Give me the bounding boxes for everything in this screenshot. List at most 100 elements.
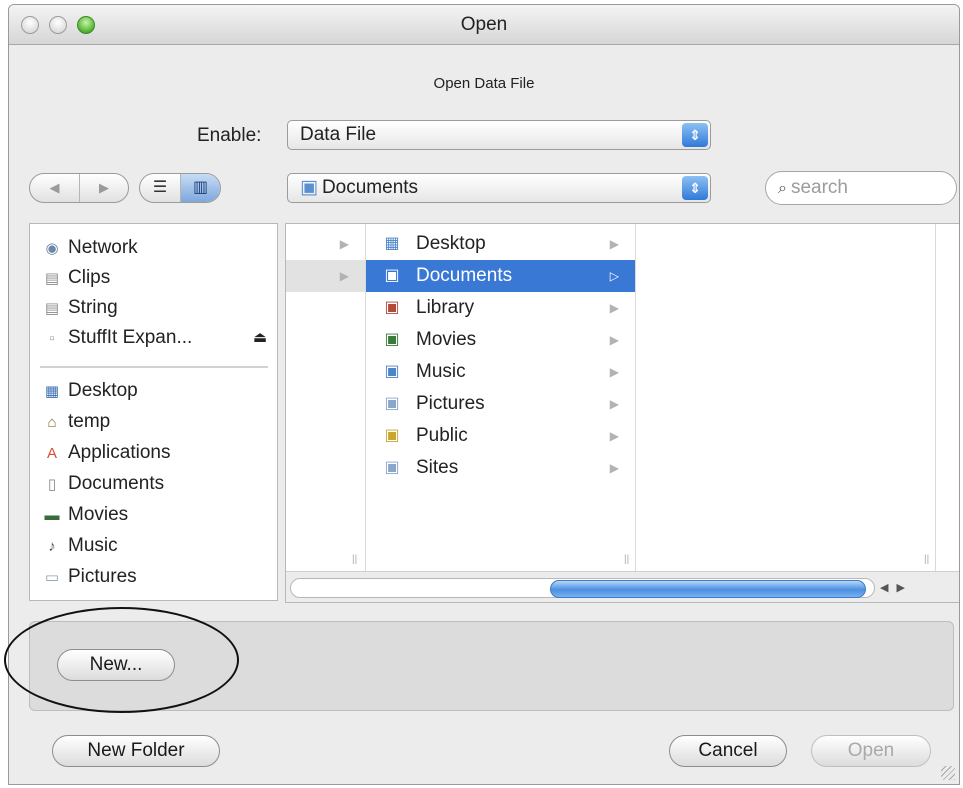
highlight-annotation-circle: [4, 607, 239, 713]
folder-row-music[interactable]: ▣ Music ▶: [366, 356, 635, 388]
sidebar-item-desktop[interactable]: ▦ Desktop: [42, 377, 138, 405]
folder-row-movies[interactable]: ▣ Movies ▶: [366, 324, 635, 356]
sidebar-item-label: Movies: [68, 504, 129, 525]
documents-icon: ▯: [47, 476, 57, 493]
list-item[interactable]: ▶: [286, 260, 365, 292]
disclosure-arrow-icon: ▶: [609, 397, 619, 411]
sidebar-item-label: Applications: [68, 442, 171, 463]
folder-row-library[interactable]: ▣ Library ▶: [366, 292, 635, 324]
sidebar-item-clips[interactable]: ▤ Clips: [42, 264, 110, 292]
folder-name: Music: [416, 361, 466, 382]
sidebar-item-network[interactable]: ◉ Network: [42, 234, 138, 262]
disclosure-arrow-icon: ▶: [609, 333, 619, 347]
movies-folder-icon: ▣: [384, 331, 400, 348]
sidebar-item-movies[interactable]: ▬ Movies: [42, 501, 129, 529]
enable-popup[interactable]: Data File ⇕: [287, 120, 711, 150]
sidebar-item-music[interactable]: ♪ Music: [42, 532, 118, 560]
network-icon: ◉: [45, 240, 59, 257]
disclosure-arrow-icon: ▶: [609, 429, 619, 443]
forward-button[interactable]: ▶: [79, 174, 128, 202]
column-resize-handle[interactable]: ||: [924, 554, 929, 565]
sidebar-item-label: Network: [68, 237, 138, 258]
documents-folder-icon: ▣: [384, 267, 400, 284]
view-mode-control: ☰ ▥: [139, 173, 221, 203]
sidebar-item-documents[interactable]: ▯ Documents: [42, 470, 164, 498]
disk-icon: ▤: [44, 300, 60, 317]
sidebar-item-label: Music: [68, 535, 118, 556]
folder-name: Library: [416, 297, 475, 318]
location-popup-value: Documents: [321, 177, 419, 198]
sidebar-item-string[interactable]: ▤ String: [42, 294, 118, 322]
popup-stepper-icon: ⇕: [682, 123, 708, 147]
disclosure-arrow-icon: ▶: [609, 301, 619, 315]
pictures-icon: ▭: [44, 569, 60, 586]
sidebar-item-applications[interactable]: A Applications: [42, 439, 170, 467]
eject-icon[interactable]: ⏏: [253, 324, 267, 352]
sidebar-item-label: Clips: [68, 267, 111, 288]
dialog-message: Open Data File: [433, 75, 535, 92]
folder-name: Pictures: [416, 393, 485, 414]
folder-row-documents[interactable]: ▣ Documents ▷: [366, 260, 635, 292]
disclosure-arrow-icon: ▶: [609, 461, 619, 475]
music-icon: ♪: [48, 538, 56, 555]
disclosure-arrow-icon: ▶: [339, 269, 349, 283]
search-placeholder: search: [790, 177, 848, 198]
search-field[interactable]: ⌕ search: [765, 171, 957, 205]
folder-name: Public: [416, 425, 468, 446]
cancel-button[interactable]: Cancel: [669, 735, 787, 767]
browser-column-home: ▦ Desktop ▶ ▣ Documents ▷ ▣ Library ▶ ▣ Movies ▶…: [366, 224, 636, 571]
list-view-icon[interactable]: ☰: [140, 174, 180, 202]
column-resize-handle[interactable]: ||: [624, 554, 629, 565]
sidebar-divider: [40, 366, 268, 368]
open-button[interactable]: Open: [811, 735, 931, 767]
desktop-icon: ▦: [44, 383, 60, 400]
sidebar-item-label: StuffIt Expan...: [68, 327, 193, 348]
back-button[interactable]: ◀: [30, 174, 79, 202]
back-forward-control: ◀ ▶: [29, 173, 129, 203]
browser-column-documents: ||: [636, 224, 936, 571]
library-folder-icon: ▣: [384, 299, 400, 316]
sidebar-item-label: String: [68, 297, 118, 318]
folder-row-public[interactable]: ▣ Public ▶: [366, 420, 635, 452]
scroll-arrows[interactable]: ◀▶: [880, 578, 930, 598]
popup-stepper-icon: ⇕: [682, 176, 708, 200]
column-browser: ▶ ▶ || ▦ Desktop ▶ ▣ Documents ▷ ▣ Library ▶ ▣…: [285, 223, 959, 603]
folder-row-sites[interactable]: ▣ Sites ▶: [366, 452, 635, 484]
folder-name: Movies: [416, 329, 477, 350]
folder-name: Sites: [416, 457, 459, 478]
window-title: Open: [460, 14, 508, 35]
horizontal-scrollbar[interactable]: ◀▶: [286, 571, 959, 602]
sidebar-item-temp[interactable]: ⌂ temp: [42, 408, 110, 436]
location-popup[interactable]: ▣ Documents ⇕: [287, 173, 711, 203]
disclosure-arrow-icon: ▷: [609, 269, 619, 283]
column-view-icon[interactable]: ▥: [180, 174, 220, 202]
folder-name: Documents: [416, 265, 513, 286]
folder-row-pictures[interactable]: ▣ Pictures ▶: [366, 388, 635, 420]
sites-folder-icon: ▣: [384, 459, 400, 476]
movies-icon: ▬: [44, 507, 60, 524]
desktop-folder-icon: ▦: [384, 235, 400, 252]
disclosure-arrow-icon: ▶: [339, 237, 349, 251]
disclosure-arrow-icon: ▶: [609, 237, 619, 251]
folder-icon: ▣: [300, 177, 318, 198]
pictures-folder-icon: ▣: [384, 395, 400, 412]
sidebar-item-pictures[interactable]: ▭ Pictures: [42, 563, 137, 591]
new-folder-button[interactable]: New Folder: [52, 735, 220, 767]
sidebar-item-label: temp: [68, 411, 111, 432]
public-folder-icon: ▣: [384, 427, 400, 444]
sidebar: ◉ Network ▤ Clips ▤ String ▫ StuffIt Expan..…: [29, 223, 278, 601]
resize-grip[interactable]: [941, 766, 955, 780]
disclosure-arrow-icon: ▶: [609, 365, 619, 379]
sidebar-item-stuffit[interactable]: ▫ StuffIt Expan... ⏏: [42, 324, 267, 352]
browser-column-root: ▶ ▶ ||: [286, 224, 366, 571]
sidebar-item-label: Pictures: [68, 566, 137, 587]
enable-label: Enable:: [197, 125, 262, 146]
sidebar-item-label: Desktop: [68, 380, 138, 401]
music-folder-icon: ▣: [384, 363, 400, 380]
scrollbar-thumb[interactable]: [550, 580, 866, 598]
list-item[interactable]: ▶: [286, 228, 365, 260]
search-icon: ⌕: [778, 180, 787, 197]
folder-row-desktop[interactable]: ▦ Desktop ▶: [366, 228, 635, 260]
column-resize-handle[interactable]: ||: [352, 554, 357, 565]
enable-popup-value: Data File: [300, 124, 377, 145]
